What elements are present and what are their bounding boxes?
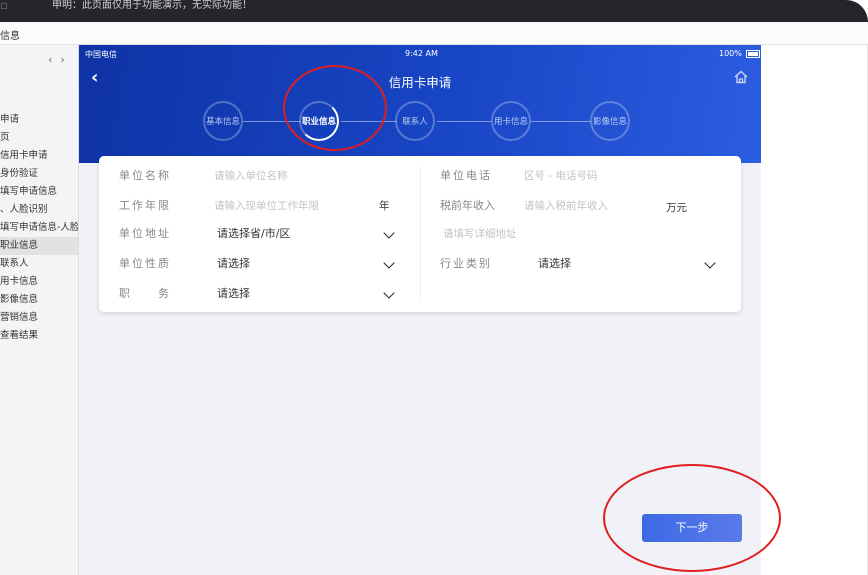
work-years-unit: 年 bbox=[379, 200, 390, 212]
chevron-left-icon[interactable]: ‹ bbox=[48, 53, 60, 66]
step-label: 基本信息 bbox=[205, 117, 240, 127]
sidebar-list: 申请 页 信用卡申请 身份验证 填写申请信息 、人脸识别 填写申请信息-人脸识 … bbox=[0, 111, 78, 345]
company-name-row: 单位名称 请输入单位名称 bbox=[119, 166, 409, 186]
company-address-select[interactable]: 请选择省/市/区 bbox=[217, 224, 290, 244]
sidebar-item[interactable]: 身份验证 bbox=[0, 165, 78, 183]
step-image-info[interactable]: 影像信息 bbox=[590, 101, 630, 141]
job-info-form: 单位名称 请输入单位名称 单位电话 区号 - 电话号码 工作年限 请输入现单位工… bbox=[99, 156, 741, 312]
battery-percent: 100% bbox=[719, 49, 742, 58]
company-type-select[interactable]: 请选择 bbox=[217, 254, 250, 274]
annotation-circle-step bbox=[283, 65, 387, 151]
status-battery: 100% bbox=[719, 49, 760, 58]
position-label: 职 务 bbox=[119, 287, 171, 300]
company-address-label: 单位地址 bbox=[119, 227, 171, 240]
industry-label: 行业类别 bbox=[440, 257, 492, 270]
chevron-right-icon[interactable]: › bbox=[60, 53, 72, 66]
sidebar-nav: ‹› bbox=[48, 53, 73, 66]
step-label: 用卡信息 bbox=[493, 117, 528, 127]
sidebar-item[interactable]: 信用卡申请 bbox=[0, 147, 78, 165]
demo-notice: 申明：此页面仅用于功能演示，无实际功能！ bbox=[52, 0, 252, 11]
sidebar-item[interactable]: 影像信息 bbox=[0, 291, 78, 309]
company-address-row: 单位地址 请选择省/市/区 bbox=[119, 224, 409, 244]
sub-bar: 信息 bbox=[0, 22, 868, 45]
sidebar-item-active[interactable]: 职业信息 bbox=[0, 237, 78, 255]
work-years-row: 工作年限 请输入现单位工作年限 年 bbox=[119, 196, 409, 216]
chevron-down-icon[interactable] bbox=[383, 257, 395, 269]
income-label: 税前年收入 bbox=[440, 199, 495, 212]
step-progress: 基本信息 职业信息 联系人 用卡信息 影像信息 bbox=[79, 99, 761, 147]
chevron-down-icon[interactable] bbox=[383, 287, 395, 299]
page-title: 信用卡申请 bbox=[388, 75, 452, 90]
window-icon: ▫ bbox=[0, 0, 9, 12]
sidebar-item[interactable]: 营销信息 bbox=[0, 309, 78, 327]
sidebar-item[interactable]: 填写申请信息-人脸识 bbox=[0, 219, 78, 237]
address-detail-input[interactable]: 请填写详细地址 bbox=[443, 224, 517, 244]
step-card-info[interactable]: 用卡信息 bbox=[491, 101, 531, 141]
sidebar: ‹› 申请 页 信用卡申请 身份验证 填写申请信息 、人脸识别 填写申请信息-人… bbox=[0, 45, 79, 575]
step-contact[interactable]: 联系人 bbox=[395, 101, 435, 141]
sidebar-item[interactable]: 页 bbox=[0, 129, 78, 147]
chevron-down-icon[interactable] bbox=[383, 227, 395, 239]
industry-select[interactable]: 请选择 bbox=[538, 254, 571, 274]
step-connector bbox=[437, 121, 491, 122]
column-divider bbox=[420, 166, 421, 302]
company-name-input[interactable]: 请输入单位名称 bbox=[214, 166, 288, 186]
sidebar-item[interactable]: 联系人 bbox=[0, 255, 78, 273]
company-type-row: 单位性质 请选择 bbox=[119, 254, 409, 274]
top-bar: ▫ 申明：此页面仅用于功能演示，无实际功能！ bbox=[0, 0, 868, 22]
company-phone-row: 单位电话 区号 - 电话号码 bbox=[440, 166, 730, 186]
address-detail-row: 请填写详细地址 bbox=[440, 224, 730, 244]
industry-row: 行业类别 请选择 bbox=[440, 254, 730, 274]
work-years-input[interactable]: 请输入现单位工作年限 bbox=[214, 196, 319, 216]
step-connector bbox=[531, 121, 591, 122]
status-carrier: 中国电信 bbox=[85, 50, 117, 59]
company-name-label: 单位名称 bbox=[119, 169, 171, 182]
battery-icon bbox=[745, 49, 760, 58]
sidebar-item[interactable]: 、人脸识别 bbox=[0, 201, 78, 219]
step-label: 联系人 bbox=[402, 117, 428, 127]
position-row: 职 务 请选择 bbox=[119, 284, 409, 304]
position-select[interactable]: 请选择 bbox=[217, 284, 250, 304]
step-label: 影像信息 bbox=[592, 117, 627, 127]
company-phone-label: 单位电话 bbox=[440, 169, 492, 182]
sidebar-item[interactable]: 申请 bbox=[0, 111, 78, 129]
income-input[interactable]: 请输入税前年收入 bbox=[524, 196, 608, 216]
sidebar-item[interactable]: 填写申请信息 bbox=[0, 183, 78, 201]
sidebar-item[interactable]: 用卡信息 bbox=[0, 273, 78, 291]
income-unit: 万元 bbox=[666, 202, 687, 214]
app-header: 中国电信 9:42 AM 100% ‹ 信用卡申请 基本信息 职业信息 联系人 … bbox=[79, 45, 761, 163]
chevron-down-icon[interactable] bbox=[704, 257, 716, 269]
sidebar-item[interactable]: 查看结果 bbox=[0, 327, 78, 345]
company-type-label: 单位性质 bbox=[119, 257, 171, 270]
status-time: 9:42 AM bbox=[405, 49, 438, 58]
income-row: 税前年收入 请输入税前年收入 万元 bbox=[440, 196, 730, 216]
sub-bar-label: 信息 bbox=[0, 31, 20, 42]
annotation-circle-button bbox=[603, 464, 781, 572]
company-phone-input[interactable]: 区号 - 电话号码 bbox=[524, 166, 597, 186]
step-basic-info[interactable]: 基本信息 bbox=[203, 101, 243, 141]
right-blank-area bbox=[761, 45, 868, 575]
work-years-label: 工作年限 bbox=[119, 199, 171, 212]
home-icon[interactable] bbox=[733, 69, 749, 85]
